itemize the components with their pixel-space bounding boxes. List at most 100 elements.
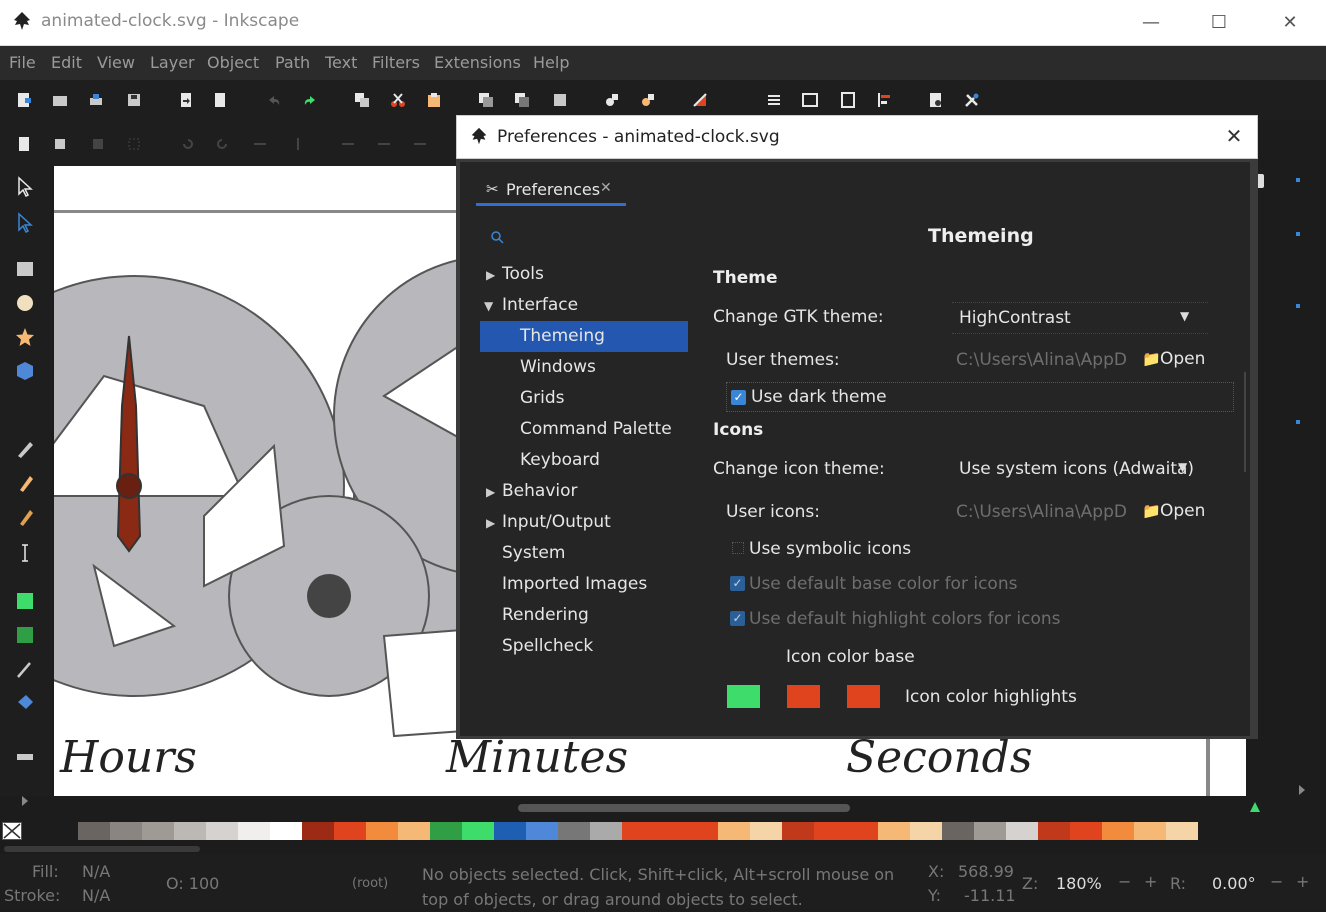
mesh-tool-icon[interactable] [14, 624, 36, 646]
tab-close-icon[interactable]: ✕ [600, 180, 612, 196]
zoom-value[interactable]: 180% [1056, 874, 1102, 893]
rotate-minus-icon[interactable]: − [1270, 872, 1283, 891]
menu-extensions[interactable]: Extensions [434, 53, 521, 72]
document-properties-icon[interactable] [928, 92, 944, 108]
tree-item-system[interactable]: System [480, 543, 688, 574]
3d-box-tool-icon[interactable] [14, 360, 36, 382]
ellipse-tool-icon[interactable] [14, 292, 36, 314]
palette-swatch[interactable] [78, 822, 110, 840]
open-icons-button[interactable]: 📁 Open [1142, 498, 1214, 526]
palette-swatch[interactable] [846, 822, 878, 840]
opacity-readout[interactable]: O: 100 [166, 874, 219, 893]
layer-selector[interactable]: (root) [352, 876, 388, 891]
menu-file[interactable]: File [9, 53, 36, 72]
default-base-checkbox[interactable]: ✓ [730, 576, 745, 591]
fill-stroke-icon[interactable] [692, 92, 708, 108]
palette-swatch[interactable] [1070, 822, 1102, 840]
menu-filters[interactable]: Filters [372, 53, 420, 72]
icon-theme-select[interactable]: Use system icons (Adwaita) ▼ [952, 454, 1208, 486]
highlight-color-swatch[interactable] [727, 685, 760, 708]
panel-scrollbar[interactable] [1244, 372, 1246, 472]
text-tool-icon[interactable] [14, 542, 36, 564]
palette-swatch[interactable] [494, 822, 526, 840]
tree-item-themeing[interactable]: Themeing [480, 321, 688, 352]
dropper-tool-icon[interactable] [14, 658, 36, 680]
align-icon[interactable] [876, 92, 892, 108]
menu-view[interactable]: View [97, 53, 135, 72]
search-icon[interactable] [490, 230, 504, 244]
palette-swatch[interactable] [430, 822, 462, 840]
tree-item-spellcheck[interactable]: Spellcheck [480, 636, 688, 667]
palette-swatch[interactable] [1134, 822, 1166, 840]
palette-swatch[interactable] [302, 822, 334, 840]
palette-swatch[interactable] [590, 822, 622, 840]
dialog-close-icon[interactable]: ✕ [1223, 125, 1245, 147]
clone-icon[interactable] [514, 92, 530, 108]
zoom-out-icon[interactable]: − [1118, 872, 1131, 891]
snap-dot[interactable] [1296, 178, 1300, 182]
menu-edit[interactable]: Edit [51, 53, 82, 72]
close-icon[interactable]: ✕ [1279, 12, 1301, 34]
pencil-tool-icon[interactable] [14, 438, 36, 460]
palette-swatch[interactable] [398, 822, 430, 840]
gradient-tool-icon[interactable] [14, 590, 36, 612]
selector-tool-icon[interactable] [14, 176, 36, 198]
expander-right-icon[interactable]: ▶ [486, 485, 495, 499]
palette-swatch[interactable] [974, 822, 1006, 840]
horizontal-scrollbar-thumb[interactable] [518, 804, 850, 812]
dark-theme-checkbox[interactable]: ✓ [731, 390, 746, 405]
palette-swatch[interactable] [110, 822, 142, 840]
tree-item-tools[interactable]: ▶ Tools [480, 264, 688, 295]
xml-editor-icon[interactable] [802, 92, 818, 108]
tree-item-behavior[interactable]: ▶ Behavior [480, 481, 688, 512]
palette-swatch[interactable] [526, 822, 558, 840]
menu-help[interactable]: Help [533, 53, 569, 72]
group-icon[interactable] [604, 92, 620, 108]
expander-down-icon[interactable]: ▼ [484, 299, 493, 313]
palette-swatch[interactable] [1006, 822, 1038, 840]
palette-swatch[interactable] [686, 822, 718, 840]
node-tool-icon[interactable] [14, 212, 36, 234]
paste-icon[interactable] [426, 92, 442, 108]
highlight-color-swatch[interactable] [847, 685, 880, 708]
menu-layer[interactable]: Layer [150, 53, 195, 72]
highlight-color-swatch[interactable] [787, 685, 820, 708]
palette-swatch[interactable] [750, 822, 782, 840]
menu-path[interactable]: Path [275, 53, 310, 72]
pen-tool-icon[interactable] [14, 472, 36, 494]
tree-item-input-output[interactable]: ▶ Input/Output [480, 512, 688, 543]
ungroup-icon[interactable] [640, 92, 656, 108]
snap-dot[interactable] [1296, 304, 1300, 308]
preferences-dialog-titlebar[interactable]: Preferences - animated-clock.svg ✕ [456, 115, 1258, 159]
palette-swatch[interactable] [782, 822, 814, 840]
unlink-clone-icon[interactable] [552, 92, 568, 108]
palette-swatch[interactable] [878, 822, 910, 840]
default-highlight-checkbox[interactable]: ✓ [730, 611, 745, 626]
palette-swatch[interactable] [1102, 822, 1134, 840]
page-icon[interactable] [16, 136, 32, 152]
export-icon[interactable] [212, 92, 228, 108]
tree-item-keyboard[interactable]: Keyboard [480, 450, 688, 481]
palette-swatch[interactable] [1166, 822, 1198, 840]
zoom-in-icon[interactable]: + [1144, 872, 1157, 891]
tree-item-windows[interactable]: Windows [480, 357, 688, 388]
save-icon[interactable] [126, 92, 142, 108]
palette-swatch[interactable] [1038, 822, 1070, 840]
select-all-icon[interactable] [52, 136, 68, 152]
dark-theme-row[interactable]: ✓ Use dark theme [726, 382, 1234, 412]
palette-swatch[interactable] [558, 822, 590, 840]
rectangle-tool-icon[interactable] [14, 258, 36, 280]
menu-text[interactable]: Text [325, 53, 357, 72]
palette-swatch[interactable] [718, 822, 750, 840]
maximize-icon[interactable]: ☐ [1208, 12, 1230, 34]
toolbox-overflow-icon[interactable] [18, 794, 32, 808]
palette-swatch[interactable] [366, 822, 398, 840]
layers-icon[interactable] [766, 92, 782, 108]
tree-item-rendering[interactable]: Rendering [480, 605, 688, 636]
rotate-plus-icon[interactable]: + [1296, 872, 1309, 891]
status-scrollbar[interactable] [4, 846, 200, 852]
palette-swatch[interactable] [814, 822, 846, 840]
undo-icon[interactable] [266, 92, 282, 108]
tab-preferences[interactable]: ✂ Preferences ✕ [476, 176, 626, 206]
copy-icon[interactable] [354, 92, 370, 108]
